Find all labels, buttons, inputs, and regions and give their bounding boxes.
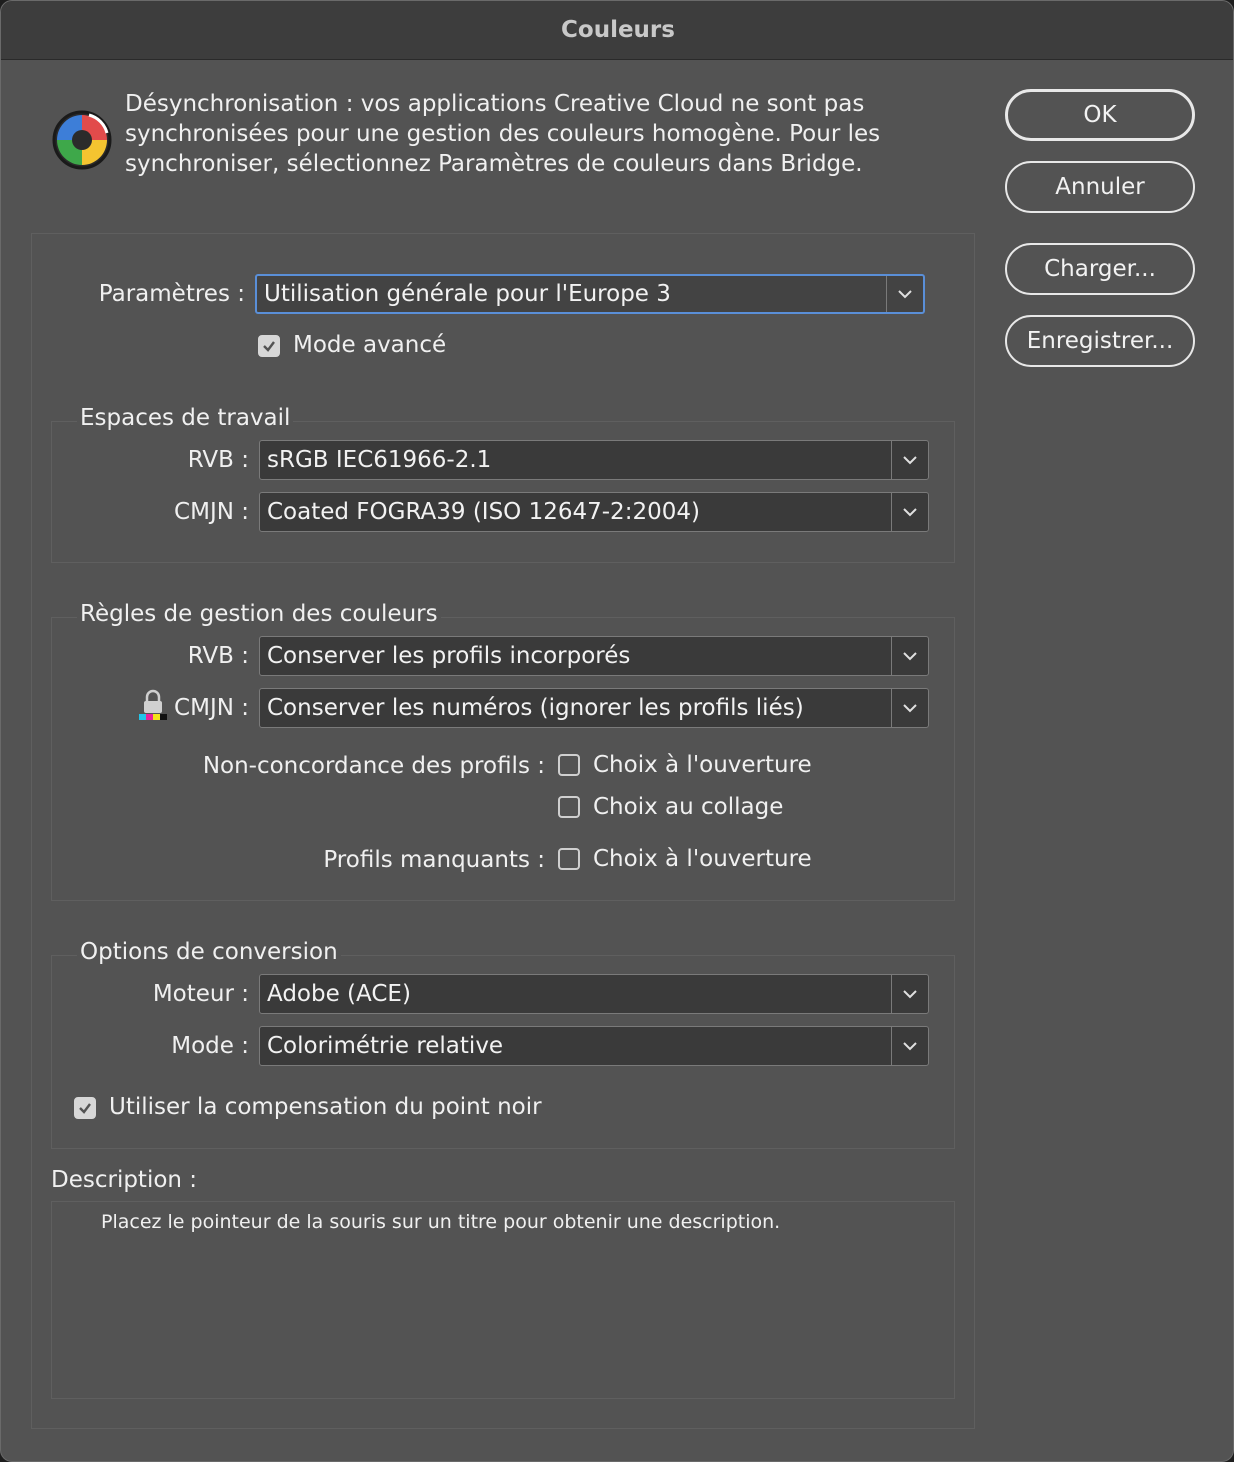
chevron-down-icon — [891, 493, 928, 531]
policy-rgb-value: Conserver les profils incorporés — [267, 643, 631, 669]
advanced-mode-label: Mode avancé — [293, 332, 447, 358]
settings-value: Utilisation générale pour l'Europe 3 — [264, 281, 671, 307]
ws-rgb-select[interactable]: sRGB IEC61966-2.1 — [259, 440, 929, 480]
mismatch-ask-paste-checkbox[interactable] — [558, 796, 580, 818]
color-settings-dialog: Couleurs Désynchronisation : vos applica… — [0, 0, 1234, 1462]
intent-select[interactable]: Colorimétrie relative — [259, 1026, 929, 1066]
mismatch-ask-open-checkbox[interactable] — [558, 754, 580, 776]
ws-cmyk-value: Coated FOGRA39 (ISO 12647-2:2004) — [267, 499, 700, 525]
policy-rgb-label: RVB : — [187, 643, 249, 669]
ok-button[interactable]: OK — [1005, 89, 1195, 141]
chevron-down-icon — [891, 441, 928, 479]
engine-label: Moteur : — [152, 981, 249, 1007]
intent-value: Colorimétrie relative — [267, 1033, 504, 1059]
description-title: Description : — [51, 1167, 198, 1193]
chevron-down-icon — [891, 689, 928, 727]
load-button[interactable]: Charger... — [1005, 243, 1195, 295]
working-spaces-title: Espaces de travail — [77, 405, 294, 431]
chevron-down-icon — [886, 276, 923, 312]
ws-cmyk-select[interactable]: Coated FOGRA39 (ISO 12647-2:2004) — [259, 492, 929, 532]
ws-rgb-value: sRGB IEC61966-2.1 — [267, 447, 492, 473]
missing-profiles-label: Profils manquants : — [323, 847, 545, 873]
ws-cmyk-label: CMJN : — [174, 499, 249, 525]
chevron-down-icon — [891, 975, 928, 1013]
save-button[interactable]: Enregistrer... — [1005, 315, 1195, 367]
mismatch-ask-paste-label: Choix au collage — [593, 794, 784, 820]
chevron-down-icon — [891, 1027, 928, 1065]
color-sync-icon — [51, 109, 113, 171]
missing-ask-open-label: Choix à l'ouverture — [593, 846, 812, 872]
missing-ask-open-checkbox[interactable] — [558, 848, 580, 870]
black-point-checkbox[interactable] — [74, 1097, 96, 1119]
mismatch-ask-open-label: Choix à l'ouverture — [593, 752, 812, 778]
cancel-button[interactable]: Annuler — [1005, 161, 1195, 213]
chevron-down-icon — [891, 637, 928, 675]
engine-select[interactable]: Adobe (ACE) — [259, 974, 929, 1014]
settings-label: Paramètres : — [98, 281, 245, 307]
description-text: Placez le pointeur de la souris sur un t… — [101, 1211, 781, 1233]
profile-mismatch-label: Non-concordance des profils : — [202, 753, 545, 779]
engine-value: Adobe (ACE) — [267, 981, 411, 1007]
conversion-options-title: Options de conversion — [77, 939, 341, 965]
intent-label: Mode : — [171, 1033, 249, 1059]
black-point-label: Utiliser la compensation du point noir — [109, 1094, 542, 1120]
ws-rgb-label: RVB : — [187, 447, 249, 473]
policy-cmyk-value: Conserver les numéros (ignorer les profi… — [267, 695, 804, 721]
advanced-mode-checkbox[interactable] — [258, 335, 280, 357]
policy-cmyk-label: CMJN : — [174, 695, 249, 721]
policy-cmyk-select[interactable]: Conserver les numéros (ignorer les profi… — [259, 688, 929, 728]
window-title: Couleurs — [561, 17, 675, 43]
policy-rgb-select[interactable]: Conserver les profils incorporés — [259, 636, 929, 676]
title-bar: Couleurs — [1, 1, 1233, 60]
sync-warning-text: Désynchronisation : vos applications Cre… — [125, 91, 881, 177]
color-policies-title: Règles de gestion des couleurs — [77, 601, 441, 627]
settings-select[interactable]: Utilisation générale pour l'Europe 3 — [255, 274, 925, 314]
